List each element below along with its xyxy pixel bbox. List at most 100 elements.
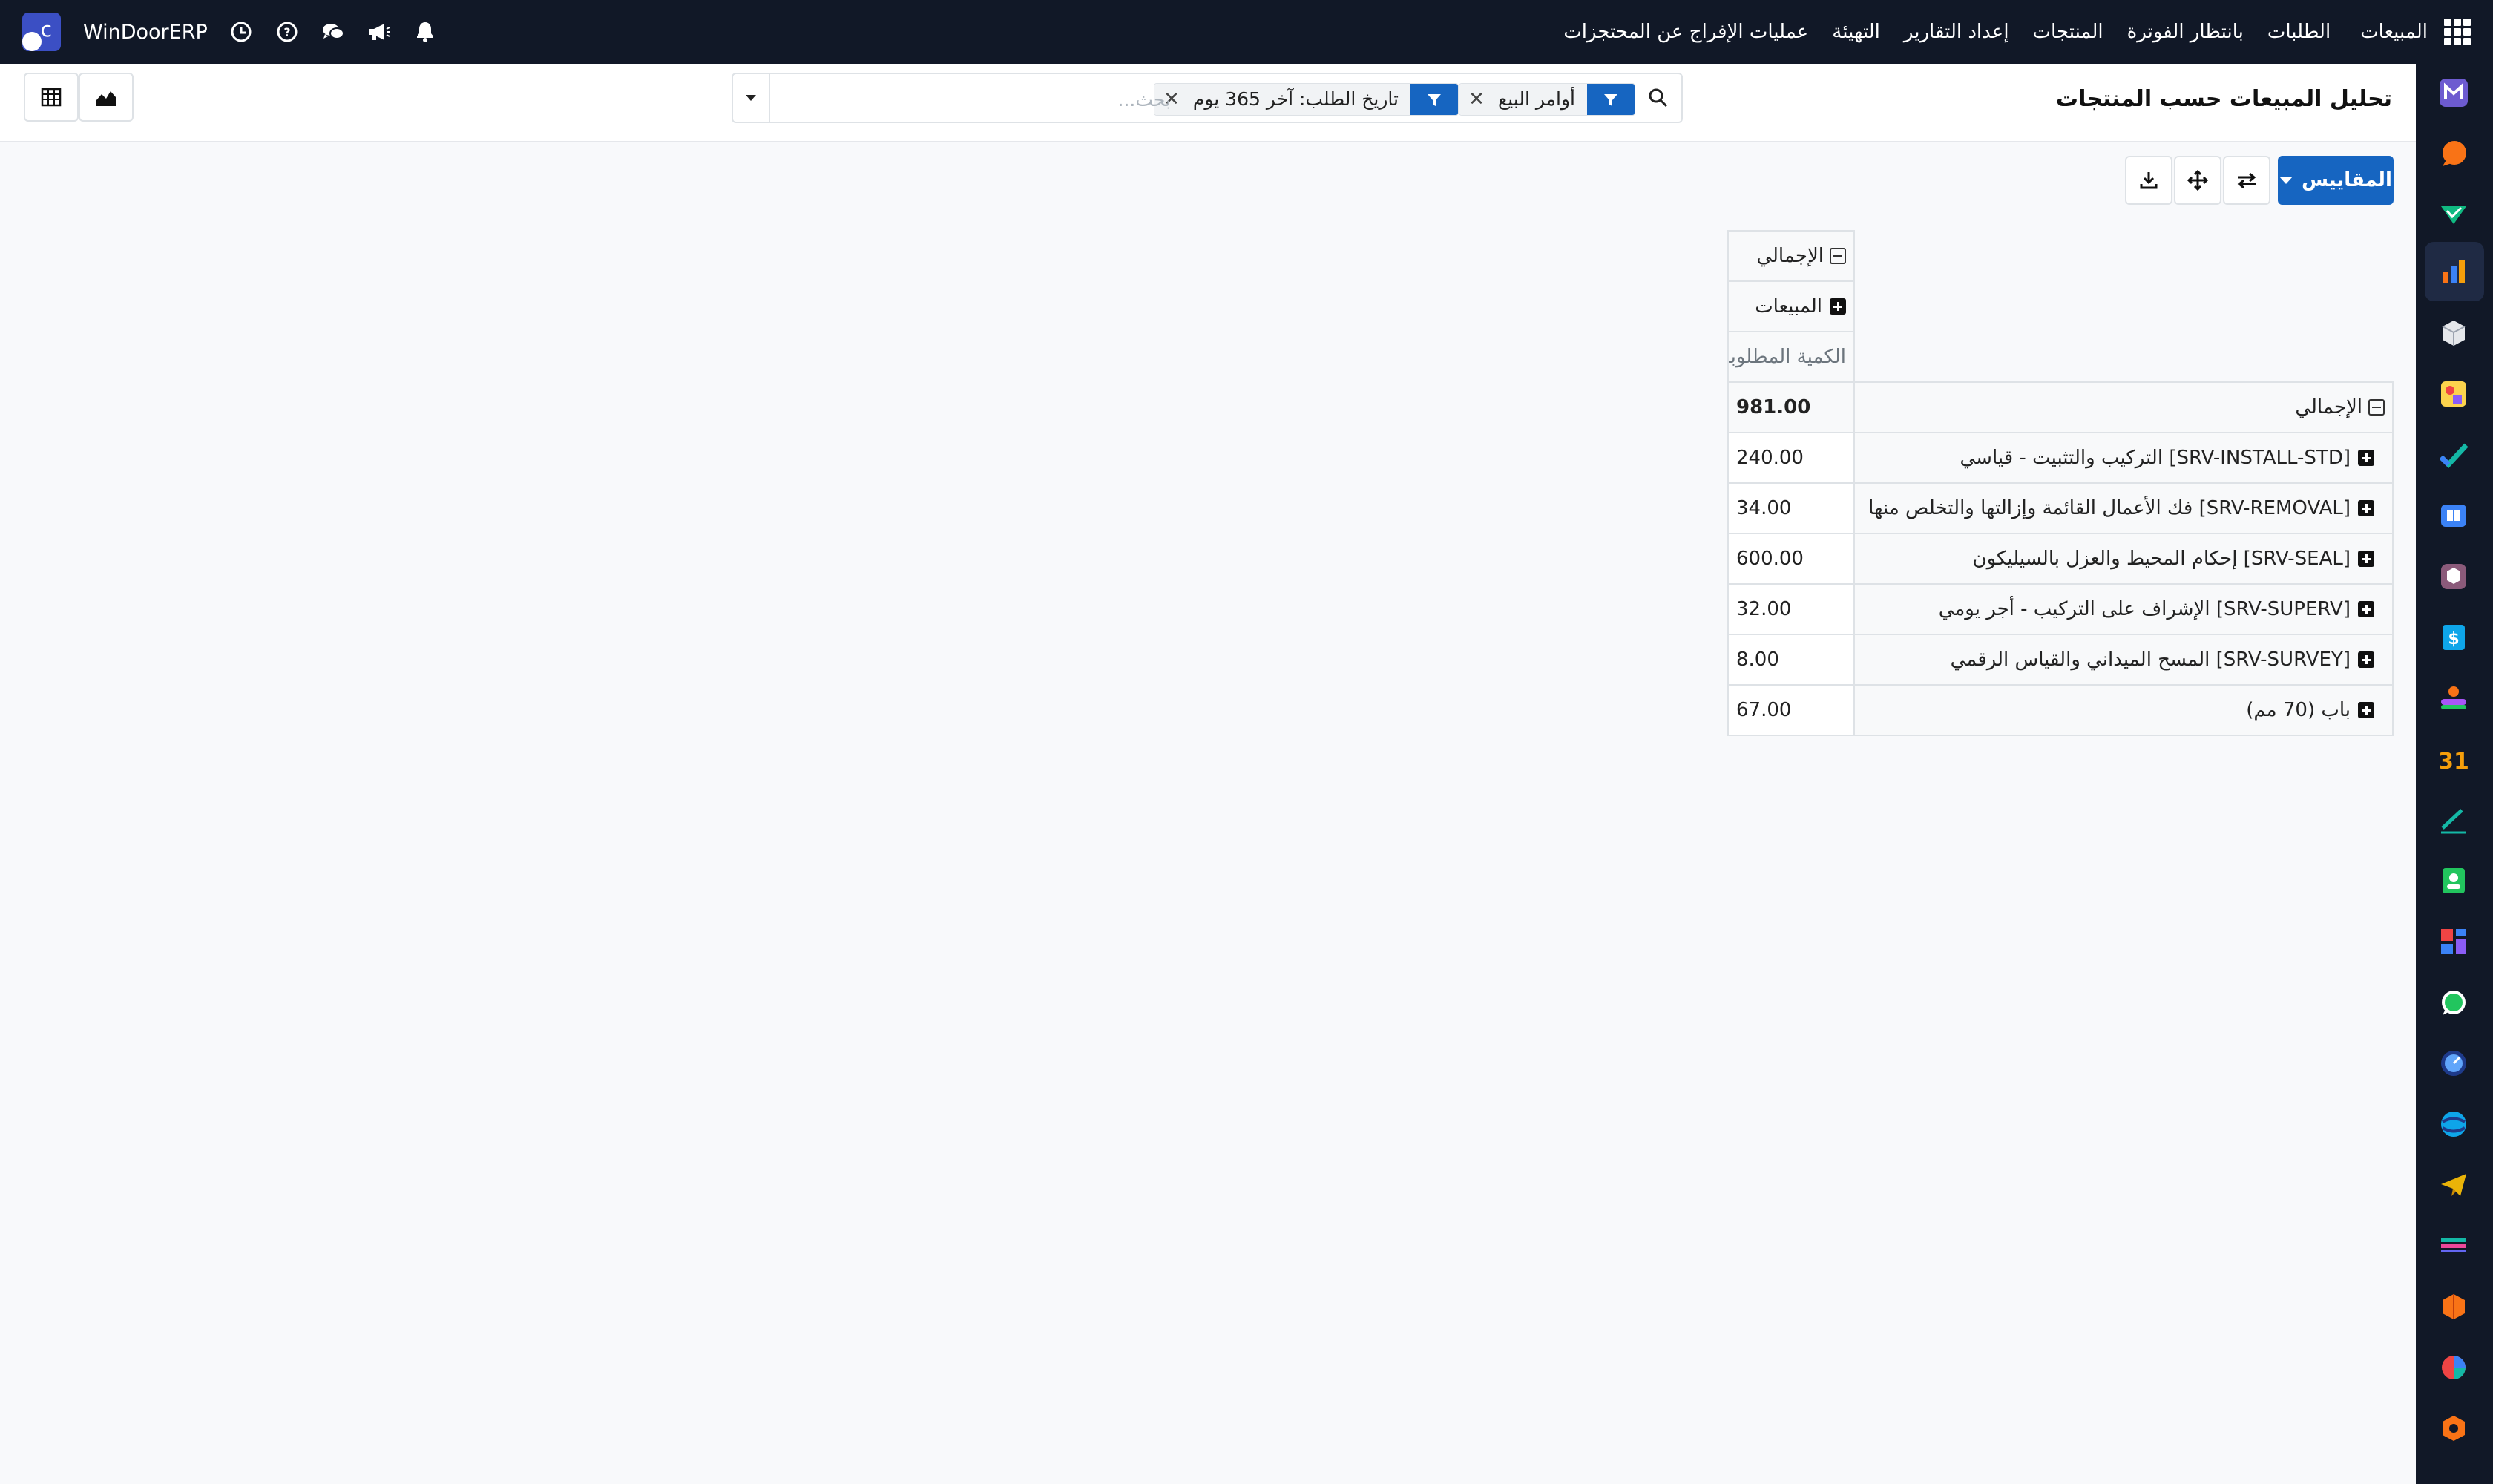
mail-app-icon[interactable] (2438, 77, 2469, 108)
invoicing-app-icon[interactable]: $ (2438, 622, 2469, 653)
total-value-cell[interactable]: 981.00 (1727, 381, 1855, 433)
collapse-minus-icon (1830, 248, 1846, 264)
top-navbar: المبيعات الطلبات بانتظار الفوترة المنتجا… (0, 0, 2493, 64)
company-name[interactable]: WinDoorERP (83, 21, 208, 44)
menu-item-products[interactable]: المنتجات (2033, 21, 2103, 43)
pie-app-icon[interactable] (2438, 1352, 2469, 1383)
row-header-product[interactable]: باب (70 مم) (1853, 684, 2394, 736)
discuss-chat-icon[interactable] (321, 19, 346, 45)
row-label: باب (70 مم) (2246, 699, 2351, 721)
svg-text:$: $ (2448, 630, 2459, 649)
value-cell[interactable]: 600.00 (1727, 533, 1855, 585)
search-icon[interactable] (1647, 87, 1669, 109)
svg-text:31: 31 (2438, 749, 2469, 775)
value-cell[interactable]: 8.00 (1727, 634, 1855, 686)
check-app-icon[interactable] (2438, 199, 2469, 230)
col-header-total-label: الإجمالي (1756, 245, 1824, 267)
company-logo[interactable] (22, 13, 61, 51)
download-icon (2140, 172, 2158, 189)
expand-all-button[interactable] (2174, 156, 2221, 205)
contacts-card-app-icon[interactable] (2438, 865, 2469, 896)
facet-value: تاريخ الطلب: آخر 365 يوم (1192, 88, 1399, 110)
knowledge-app-icon[interactable] (2438, 500, 2469, 531)
row-header-product[interactable]: [SRV-INSTALL-STD] التركيب والتثبيت - قيا… (1853, 432, 2394, 484)
measure-header[interactable]: الكمية المطلوبة (1727, 331, 1855, 383)
apps-menu-icon[interactable] (2444, 19, 2471, 45)
module-app-icon[interactable] (2438, 1413, 2469, 1444)
menu-item-reporting[interactable]: إعداد التقارير (1904, 21, 2009, 43)
value-cell[interactable]: 32.00 (1727, 583, 1855, 635)
systray: ? WinDoorERP (22, 0, 438, 64)
remove-facet-close-icon[interactable]: ✕ (1468, 84, 1485, 115)
value-cell[interactable]: 240.00 (1727, 432, 1855, 484)
search-input[interactable] (770, 83, 1171, 116)
todo-app-icon[interactable] (2438, 439, 2469, 470)
expand-plus-icon (2358, 601, 2374, 617)
activity-clock-icon[interactable] (229, 19, 254, 45)
expand-plus-icon (1830, 298, 1846, 315)
measures-dropdown-button[interactable]: المقاييس (2278, 156, 2394, 205)
expand-plus-icon (2358, 651, 2374, 668)
repair-app-icon[interactable] (2438, 561, 2469, 592)
menu-item-hold-releases[interactable]: عمليات الإفراج عن المحتجزات (1563, 21, 1808, 43)
table-icon (41, 88, 62, 107)
menu-item-sales[interactable]: المبيعات (2360, 21, 2428, 43)
row-header-product[interactable]: [SRV-SURVEY] المسح الميداني والقياس الرق… (1853, 634, 2394, 686)
discuss-app-icon[interactable] (2438, 1109, 2469, 1140)
app-sidebar: $ 31 (2416, 64, 2493, 1484)
expand-plus-icon (2358, 500, 2374, 516)
calendar-app-icon[interactable]: 31 (2438, 743, 2469, 775)
graph-view-button[interactable] (79, 73, 134, 122)
menu-item-configuration[interactable]: التهيئة (1832, 21, 1880, 43)
row-header-product[interactable]: [SRV-SUPERV] الإشراف على التركيب - أجر ي… (1853, 583, 2394, 635)
row-header-product[interactable]: [SRV-REMOVAL] فك الأعمال القائمة وإزالته… (1853, 482, 2394, 534)
telegram-app-icon[interactable] (2438, 1169, 2469, 1201)
page-title: تحليل المبيعات حسب المنتجات (2055, 86, 2392, 112)
row-label: [SRV-SEAL] إحكام المحيط والعزل بالسيليكو… (1972, 548, 2351, 570)
expand-plus-icon (2358, 702, 2374, 718)
announcement-megaphone-icon[interactable] (367, 19, 392, 45)
col-header-total[interactable]: الإجمالي (1727, 230, 1855, 282)
caret-down-icon (2279, 177, 2293, 184)
help-question-icon[interactable]: ? (275, 19, 300, 45)
chat-app-icon[interactable] (2438, 138, 2469, 169)
facet-value: أوامر البيع (1497, 88, 1575, 110)
col-header-sales-label: المبيعات (1755, 295, 1822, 318)
accounting-app-icon[interactable] (2438, 1230, 2469, 1261)
inventory-app-icon[interactable] (2438, 318, 2469, 349)
filter-icon (1410, 84, 1458, 115)
employees-app-icon[interactable] (2438, 683, 2469, 714)
row-label: [SRV-INSTALL-STD] التركيب والتثبيت - قيا… (1960, 447, 2351, 469)
reporting-app-icon[interactable] (2438, 257, 2469, 288)
apps-store-icon[interactable] (2438, 1291, 2469, 1322)
notifications-bell-icon[interactable] (413, 19, 438, 45)
area-chart-icon (96, 91, 116, 106)
timesheet-app-icon[interactable] (2438, 1048, 2469, 1079)
flip-axis-button[interactable] (2223, 156, 2270, 205)
expand-arrows-icon (2187, 170, 2208, 191)
collapse-minus-icon (2368, 399, 2385, 416)
main-menu: المبيعات الطلبات بانتظار الفوترة المنتجا… (1540, 21, 2428, 43)
measures-label: المقاييس (2302, 169, 2392, 191)
caret-down-icon (746, 95, 756, 101)
col-header-sales[interactable]: المبيعات (1727, 280, 1855, 332)
row-header-product[interactable]: [SRV-SEAL] إحكام المحيط والعزل بالسيليكو… (1853, 533, 2394, 585)
search-bar: أوامر البيع ✕ تاريخ الطلب: آخر 365 يوم ✕ (732, 73, 1683, 123)
row-label: [SRV-REMOVAL] فك الأعمال القائمة وإزالته… (1868, 497, 2351, 519)
row-label: [SRV-SURVEY] المسح الميداني والقياس الرق… (1950, 649, 2351, 671)
contacts-app-icon[interactable] (2438, 378, 2469, 410)
dashboard-app-icon[interactable] (2438, 926, 2469, 957)
toggle-search-panel-button[interactable] (733, 74, 770, 122)
pivot-view-button[interactable] (24, 73, 79, 122)
row-header-total[interactable]: الإجمالي (1853, 381, 2394, 433)
search-facet-order-date: تاريخ الطلب: آخر 365 يوم ✕ (1154, 83, 1459, 116)
whatsapp-app-icon[interactable] (2438, 987, 2469, 1018)
download-xlsx-button[interactable] (2125, 156, 2172, 205)
menu-item-to-invoice[interactable]: بانتظار الفوترة (2127, 21, 2244, 43)
row-label: [SRV-SUPERV] الإشراف على التركيب - أجر ي… (1938, 598, 2351, 620)
value-cell[interactable]: 34.00 (1727, 482, 1855, 534)
value-cell[interactable]: 67.00 (1727, 684, 1855, 736)
row-header-total-label: الإجمالي (2295, 396, 2362, 418)
menu-item-orders[interactable]: الطلبات (2267, 21, 2331, 43)
sign-app-icon[interactable] (2438, 804, 2469, 835)
